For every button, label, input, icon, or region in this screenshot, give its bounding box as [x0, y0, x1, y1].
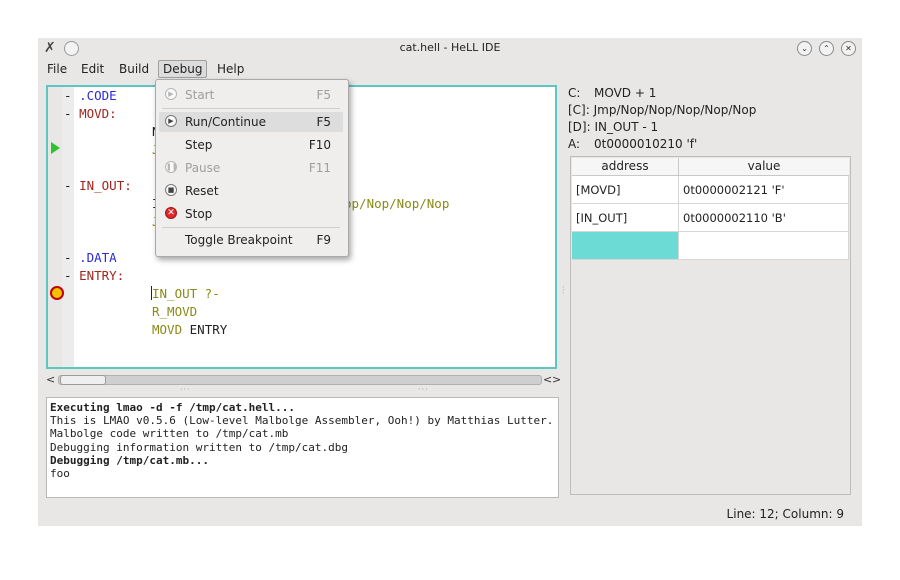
code-line: - MOVD: [64, 106, 117, 121]
scroll-right-icon[interactable]: > [552, 373, 561, 386]
menu-item-toggle-breakpoint[interactable]: Toggle Breakpoint F9 [159, 230, 343, 250]
current-line-arrow-icon [51, 142, 60, 154]
scroll-left-icon[interactable]: < [543, 373, 552, 386]
menu-item-reset[interactable]: ■ Reset [159, 181, 343, 201]
debug-menu: ▶ Start F5 ▶ Run/Continue F5 Step F10 ❚❚… [155, 79, 349, 257]
editor-hscrollbar[interactable]: < < > [46, 373, 561, 386]
window-title: cat.hell - HeLL IDE [399, 41, 501, 54]
column-header-value[interactable]: value [679, 158, 849, 176]
title-bar: ✗ cat.hell - HeLL IDE ⌄ ⌃ ✕ [38, 38, 862, 58]
scroll-track[interactable] [58, 375, 542, 385]
splitter-grip[interactable]: ··· [418, 385, 429, 394]
splitter-grip[interactable]: ··· [180, 385, 191, 394]
code-line: - .DATA [64, 250, 117, 265]
output-line: Debugging /tmp/cat.mb... [50, 453, 209, 467]
menu-separator [162, 227, 340, 228]
menu-debug[interactable]: Debug [158, 60, 208, 78]
menu-build[interactable]: Build [115, 61, 153, 77]
close-icon[interactable]: ✕ [841, 41, 856, 56]
column-header-address[interactable]: address [572, 158, 679, 176]
stop-icon: ✕ [165, 207, 177, 219]
play-icon: ▶ [165, 115, 177, 127]
menu-item-pause[interactable]: ❚❚ Pause F11 [159, 158, 343, 178]
code-line: - ENTRY: [64, 268, 125, 283]
table-cell-address[interactable]: [IN_OUT] [572, 204, 679, 232]
play-icon: ▶ [165, 88, 177, 100]
output-line: foo [50, 467, 70, 481]
memory-panel: address value [MOVD] 0t0000002121 'F' [I… [570, 156, 851, 495]
output-line: Debugging information written to /tmp/ca… [50, 440, 349, 454]
code-line: op/Nop/Nop/Nop [344, 196, 450, 211]
table-cell-value[interactable] [679, 232, 849, 260]
table-cell-address-selected[interactable] [572, 232, 679, 260]
menu-help[interactable]: Help [213, 61, 248, 77]
table-cell-value[interactable]: 0t0000002110 'B' [679, 204, 849, 232]
scroll-thumb[interactable] [60, 375, 106, 385]
output-console[interactable]: Executing lmao -d -f /tmp/cat.hell... Th… [46, 397, 559, 498]
fold-gutter[interactable] [62, 87, 74, 367]
code-line: IN_OUT ?- [152, 286, 220, 301]
status-position: Line: 12; Column: 9 [726, 507, 844, 521]
code-line: - IN_OUT: [64, 178, 132, 193]
breakpoint-icon[interactable] [50, 286, 64, 300]
marker-gutter[interactable] [48, 87, 62, 367]
output-line: Executing lmao -d -f /tmp/cat.hell... [50, 401, 296, 414]
menu-separator [162, 108, 340, 109]
table-cell-address[interactable]: [MOVD] [572, 176, 679, 204]
code-line: R_MOVD [152, 304, 198, 319]
vertical-splitter-grip[interactable]: · · · [562, 284, 565, 298]
menu-item-run-continue[interactable]: ▶ Run/Continue F5 [159, 112, 343, 132]
scroll-left-icon[interactable]: < [46, 373, 55, 386]
stop-square-icon: ■ [165, 184, 177, 196]
output-line: Malbolge code written to /tmp/cat.mb [50, 427, 289, 441]
menu-item-stop[interactable]: ✕ Stop [159, 204, 343, 224]
maximize-icon[interactable]: ⌃ [819, 41, 834, 56]
code-line: MOVD ENTRY [152, 322, 228, 337]
code-line: - .CODE [64, 88, 117, 103]
menu-edit[interactable]: Edit [77, 61, 108, 77]
output-line: This is LMAO v0.5.6 (Low-level Malbolge … [50, 414, 554, 428]
menu-item-step[interactable]: Step F10 [159, 135, 343, 155]
table-cell-value[interactable]: 0t0000002121 'F' [679, 176, 849, 204]
menu-item-start[interactable]: ▶ Start F5 [159, 85, 343, 105]
minimize-icon[interactable]: ⌄ [797, 41, 812, 56]
pause-icon: ❚❚ [165, 161, 178, 173]
menu-file[interactable]: File [43, 61, 71, 77]
